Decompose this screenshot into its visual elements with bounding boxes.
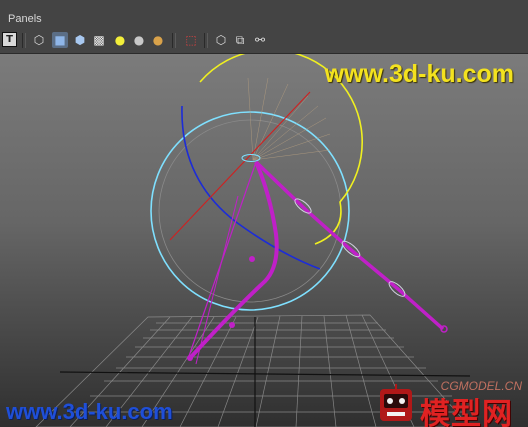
pole-vector-line [195,195,239,365]
joint-knee[interactable] [249,256,255,262]
texture-mode-icon[interactable]: T [2,32,17,47]
select-camera-icon[interactable]: ⬚ [183,32,199,48]
cgmodel-badge: CGMODEL.CN 模型网 [374,377,526,427]
panels-menu[interactable]: Panels [8,13,42,25]
rotate-sweep-fan [247,77,331,161]
viewport-toolbar: T ⬡ ■ ⬢ ▩ ● ● ● ⬚ ⬡ ⧉ ⚯ [0,28,528,54]
toolbar-separator [204,33,208,48]
isolate-cube-icon[interactable]: ⬡ [213,32,229,48]
toolbar-separator [22,33,26,48]
xray-icon[interactable]: ⧉ [232,32,248,48]
watermark-bottom: www.3d-ku.com [6,399,173,424]
grid-axis-x [59,371,471,377]
shaded-wire-cube-icon[interactable]: ⬢ [72,32,88,48]
menu-bar: Panels [0,0,528,28]
joints-icon[interactable]: ⚯ [252,32,268,48]
viewport-scene [35,54,471,427]
joint-selected-ring [241,154,261,162]
checker-texture-icon[interactable]: ▩ [91,32,107,48]
rotate-outer-ring[interactable] [150,111,350,311]
skeleton-rig[interactable] [187,160,448,365]
wireframe-cube-icon[interactable]: ⬡ [31,32,47,48]
sphere-grey-icon[interactable]: ● [131,32,147,48]
3d-viewport[interactable]: www.3d-ku.com www.3d-ku.com CGMODEL.CN 模… [0,54,528,427]
toolbar-separator [172,33,176,48]
watermark-top: www.3d-ku.com [324,60,514,88]
sphere-gold-icon[interactable]: ● [150,32,166,48]
smooth-shade-cube-icon[interactable]: ■ [52,32,68,48]
badge-chinese-text: 模型网 [420,398,513,427]
light-yellow-icon[interactable]: ● [112,32,128,48]
joint-foot[interactable] [187,355,193,361]
leg-bone[interactable] [188,161,279,360]
joint-ankle[interactable] [229,322,235,328]
rotate-axis-red [169,91,311,241]
robot-logo-icon [380,384,412,421]
